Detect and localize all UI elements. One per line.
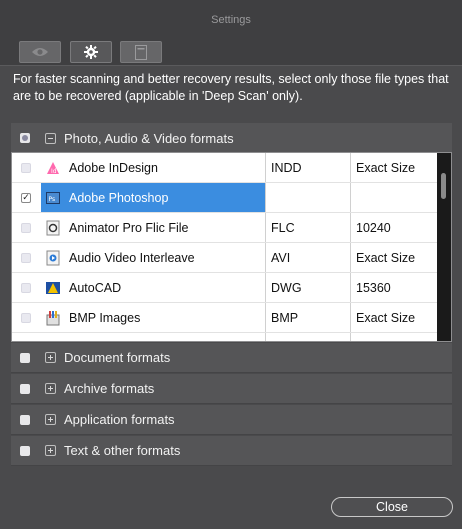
row-checkbox[interactable]: ✓ (21, 192, 31, 203)
svg-text:Ps: Ps (49, 196, 56, 203)
close-button[interactable]: Close (331, 497, 453, 517)
table-row[interactable]: Audio Video Interleave AVI Exact Size (12, 243, 438, 273)
expand-icon[interactable] (45, 383, 56, 394)
file-extension: AVI (266, 243, 351, 272)
settings-toolbar (0, 38, 462, 66)
expand-icon[interactable] (45, 352, 56, 363)
section-application[interactable]: Application formats (11, 405, 452, 435)
section-checkbox[interactable] (20, 352, 30, 363)
row-checkbox[interactable] (21, 252, 31, 263)
file-type-name: Audio Video Interleave (69, 250, 195, 265)
row-checkbox[interactable] (21, 222, 31, 233)
avi-icon (45, 250, 61, 266)
section-checkbox[interactable] (20, 133, 30, 143)
section-checkbox[interactable] (20, 445, 30, 456)
section-label: Document formats (64, 350, 171, 365)
file-extension: DWG (266, 273, 351, 302)
file-extension: BMP (266, 303, 351, 332)
section-text-other[interactable]: Text & other formats (11, 436, 452, 466)
file-type-name: Adobe Photoshop (69, 190, 169, 205)
section-label: Archive formats (64, 381, 155, 396)
eye-icon (32, 48, 48, 56)
view-tab[interactable] (19, 41, 61, 63)
autocad-icon (45, 280, 61, 296)
expand-icon[interactable] (45, 445, 56, 456)
file-type-name: Animator Pro Flic File (69, 220, 189, 235)
photoshop-icon: Ps (45, 190, 61, 206)
table-row[interactable]: ✓ Ps Adobe Photoshop PSD Exact Size (12, 183, 438, 213)
svg-text:Id: Id (51, 168, 57, 175)
file-size: 15360 (356, 280, 391, 295)
section-archive[interactable]: Archive formats (11, 374, 452, 404)
gear-icon (84, 45, 98, 59)
table-row[interactable]: Id Adobe InDesign INDD Exact Size (12, 153, 438, 183)
table-row[interactable]: BMP Images BMP Exact Size (12, 303, 438, 333)
file-size: Exact Size (356, 310, 416, 325)
file-type-name: BMP Images (69, 310, 141, 325)
file-size: Exact Size (356, 160, 416, 175)
collapse-icon[interactable] (45, 132, 56, 144)
table-row[interactable]: Animator Pro Flic File FLC 10240 (12, 213, 438, 243)
file-type-name: Adobe InDesign (69, 160, 158, 175)
document-icon (135, 44, 147, 60)
table-row[interactable]: AutoCAD DWG 15360 (12, 273, 438, 303)
row-checkbox[interactable] (21, 162, 31, 173)
section-photo-audio-video[interactable]: Photo, Audio & Video formats (11, 123, 452, 153)
table-scrollbar[interactable] (437, 153, 451, 341)
file-size: Exact Size (356, 190, 416, 205)
indesign-icon: Id (45, 160, 61, 176)
row-checkbox[interactable] (21, 282, 31, 293)
section-label: Text & other formats (64, 443, 181, 458)
file-type-name: AutoCAD (69, 280, 122, 295)
file-extension: FLC (266, 213, 351, 242)
file-size: Exact Size (356, 250, 416, 265)
section-checkbox[interactable] (20, 414, 30, 425)
section-checkbox[interactable] (20, 383, 30, 394)
document-tab[interactable] (120, 41, 162, 63)
file-extension: INDD (266, 153, 351, 182)
file-extension: PSD (266, 183, 351, 212)
description-text: For faster scanning and better recovery … (13, 72, 449, 103)
file-size: 10240 (356, 220, 391, 235)
scrollbar-thumb[interactable] (441, 173, 446, 199)
window-title: Settings (0, 0, 462, 38)
table-row[interactable] (12, 333, 438, 341)
section-label: Application formats (64, 412, 175, 427)
row-checkbox[interactable] (21, 312, 31, 323)
section-label: Photo, Audio & Video formats (64, 130, 234, 146)
expand-icon[interactable] (45, 414, 56, 425)
flic-file-icon (45, 220, 61, 236)
settings-tab[interactable] (70, 41, 112, 63)
section-document[interactable]: Document formats (11, 343, 452, 373)
file-types-table: Id Adobe InDesign INDD Exact Size ✓ Ps A… (11, 152, 452, 342)
bmp-icon (45, 310, 61, 326)
